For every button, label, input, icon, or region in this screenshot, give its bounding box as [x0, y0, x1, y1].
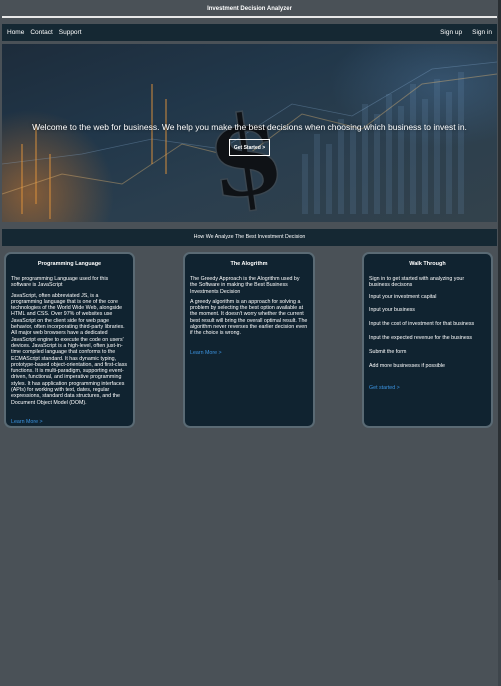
walk-through-step: Input the cost of investment for that bu…: [369, 321, 475, 328]
walk-through-step: Input the expected revenue for the busin…: [369, 334, 473, 341]
card-walk-through: Walk Through Sign in to get started with…: [362, 252, 493, 428]
nav-signin-link[interactable]: Sign in: [462, 29, 492, 36]
hero-headline: Welcome to the web for business. We help…: [32, 122, 467, 132]
card-title: Programming Language: [37, 261, 102, 267]
card-paragraph: The Greedy Approach is the Alogrithm use…: [190, 276, 300, 295]
hero-banner: $ Welcome to the web for business. We he…: [2, 44, 497, 222]
section-title: How We Analyze The Best Investment Decis…: [2, 229, 497, 246]
card-programming-language: Programming Language The programming Lan…: [4, 252, 135, 428]
walk-through-intro: Sign in to get started with analyzing yo…: [369, 276, 465, 289]
walk-through-step: Input your investment capital: [369, 293, 437, 300]
card-title: Walk Through: [409, 261, 446, 267]
get-started-link[interactable]: Get started >: [369, 385, 400, 391]
card-title: The Alogrithm: [230, 261, 268, 267]
nav-contact-link[interactable]: Contact: [30, 29, 58, 36]
card-paragraph: The programming Language used for this s…: [11, 276, 109, 289]
card-paragraph: A greedy algorithm is an approach for so…: [190, 298, 308, 337]
hero-background-graphic: $: [2, 61, 497, 222]
nav-right: Sign up Sign in: [430, 29, 492, 36]
nav-signup-link[interactable]: Sign up: [430, 29, 462, 36]
page: Investment Decision Analyzer Home Contac…: [0, 0, 501, 686]
walk-through-step: Input your business: [369, 307, 415, 314]
title-divider: [2, 16, 497, 18]
nav-left: Home Contact Support: [7, 29, 88, 36]
nav-home-link[interactable]: Home: [7, 29, 30, 36]
navbar: Home Contact Support Sign up Sign in: [2, 24, 497, 41]
walk-through-step: Add more businesses if possible: [369, 362, 445, 369]
card-paragraph: JavaScript, often abbreviated JS, is a p…: [11, 292, 128, 406]
walk-through-step: Submit the form: [369, 348, 407, 355]
nav-support-link[interactable]: Support: [59, 29, 88, 36]
get-started-button[interactable]: Get Started >: [229, 139, 270, 156]
card-algorithm: The Alogrithm The Greedy Approach is the…: [183, 252, 315, 428]
learn-more-link[interactable]: Learn More >: [190, 350, 222, 356]
app-title: Investment Decision Analyzer: [207, 6, 292, 12]
learn-more-link[interactable]: Learn More >: [11, 419, 43, 425]
